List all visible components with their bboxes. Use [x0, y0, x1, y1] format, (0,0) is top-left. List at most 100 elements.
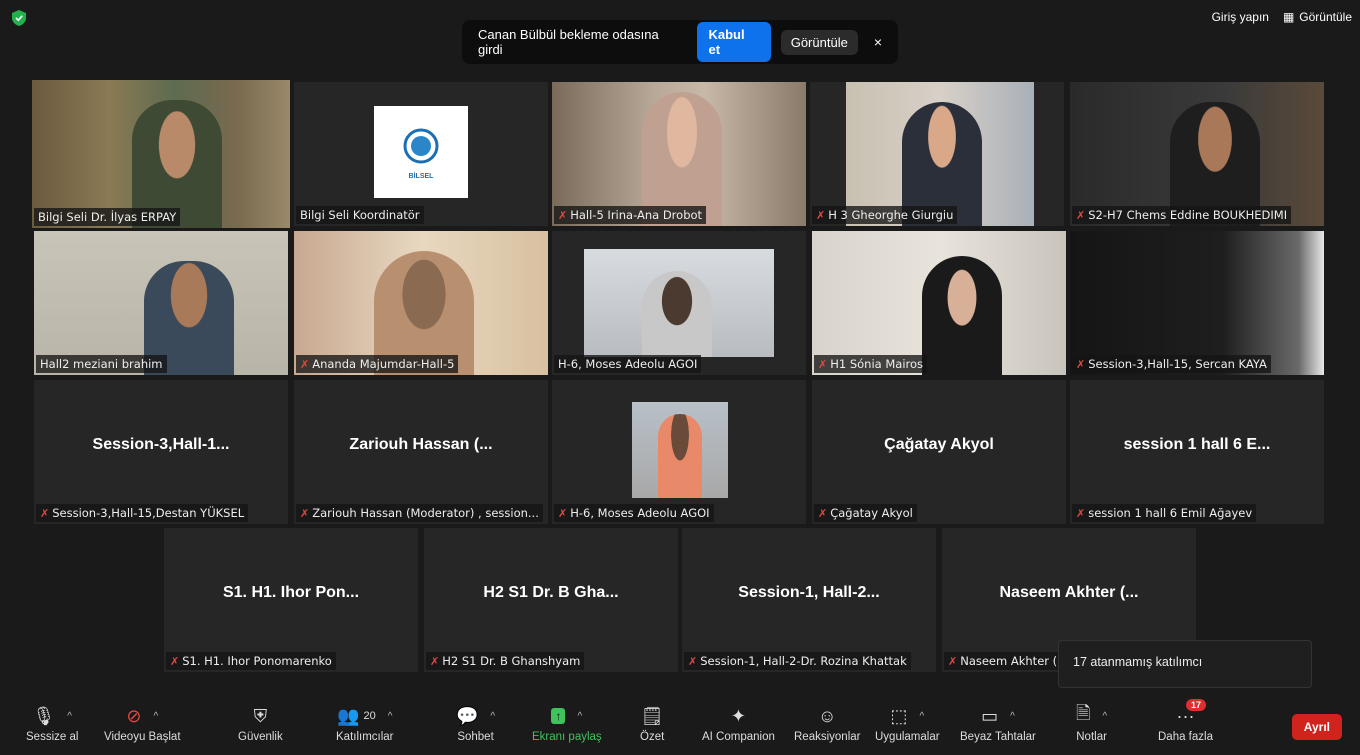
participant-name: ✗ Session-3,Hall-15,Destan YÜKSEL — [36, 504, 249, 522]
mute-button[interactable]: 🎙 ^ Sessize al — [26, 703, 79, 744]
chevron-up-icon[interactable]: ^ — [577, 711, 582, 722]
notes-label: Notlar — [1076, 731, 1107, 743]
view-waiting-room-button[interactable]: Görüntüle — [780, 29, 858, 55]
notification-message: Canan Bülbül bekleme odasına girdi — [478, 27, 659, 57]
participant-tile[interactable]: session 1 hall 6 E... ✗ session 1 hall 6 … — [1070, 380, 1324, 524]
view-label: Görüntüle — [1299, 10, 1352, 24]
participant-tile[interactable]: Çağatay Akyol ✗ Çağatay Akyol — [812, 380, 1066, 524]
participant-tile[interactable]: Hall2 meziani brahim — [34, 231, 288, 375]
share-screen-icon: ↑ — [551, 708, 566, 724]
participants-button[interactable]: 👥 20 ^ Katılımcılar — [336, 703, 394, 744]
close-notification-icon[interactable]: × — [874, 34, 882, 50]
whiteboards-button[interactable]: ▭ ^ Beyaz Tahtalar — [960, 703, 1036, 744]
mic-off-icon: ✗ — [688, 654, 698, 668]
security-button[interactable]: ⛨ Güvenlik — [238, 703, 283, 744]
participant-tile[interactable]: S1. H1. Ihor Pon... ✗ S1. H1. Ihor Ponoma… — [164, 528, 418, 672]
apps-icon: ⬚ — [890, 705, 908, 726]
mic-off-icon: ✗ — [430, 654, 440, 668]
participant-figure — [642, 271, 712, 357]
video-feed — [1070, 231, 1324, 375]
mic-off-icon: ✗ — [818, 357, 828, 371]
start-video-button[interactable]: ⊘ ^ Videoyu Başlat — [104, 703, 181, 744]
participant-display-name: Çağatay Akyol — [884, 436, 994, 453]
ai-label: AI Companion — [702, 731, 775, 743]
chevron-up-icon[interactable]: ^ — [919, 711, 924, 722]
participant-tile[interactable]: ✗ S2-H7 Chems Eddine BOUKHEDIMI — [1070, 82, 1324, 226]
participant-name: H-6, Moses Adeolu AGOI — [554, 355, 702, 373]
mic-off-icon: ✗ — [300, 357, 310, 371]
apps-label: Uygulamalar — [875, 731, 940, 743]
participant-tile[interactable]: Session-1, Hall-2... ✗ Session-1, Hall-2-… — [682, 528, 936, 672]
participant-name: ✗ Ananda Majumdar-Hall-5 — [296, 355, 459, 373]
share-screen-button[interactable]: ↑ ^ Ekranı paylaş — [532, 703, 602, 743]
notification-badge: 17 — [1186, 699, 1207, 711]
participant-tile[interactable]: ✗ Session-3,Hall-15, Sercan KAYA — [1070, 231, 1324, 375]
mic-off-icon: ✗ — [558, 208, 568, 222]
encryption-shield-icon[interactable] — [12, 10, 26, 26]
participant-tile[interactable]: ✗ H-6, Moses Adeolu AGOI — [552, 380, 806, 524]
chat-icon: 💬 — [456, 705, 479, 726]
meeting-toolbar: 🎙 ^ Sessize al ⊘ ^ Videoyu Başlat ⛨ Güvenl… — [0, 697, 1360, 755]
participant-name: Bilgi Seli Koordinatör — [296, 206, 424, 224]
apps-button[interactable]: ⬚ ^ Uygulamalar — [875, 703, 940, 744]
participant-tile[interactable]: ✗ Hall-5 Irina-Ana Drobot — [552, 82, 806, 226]
participants-icon: 👥 — [337, 705, 360, 726]
mic-off-icon: ✗ — [1076, 506, 1086, 520]
sign-in-link[interactable]: Giriş yapın — [1212, 10, 1269, 24]
more-label: Daha fazla — [1158, 731, 1213, 743]
participant-display-name: session 1 hall 6 E... — [1123, 436, 1271, 453]
unassigned-participants-tooltip: 17 atanmamış katılımcı — [1058, 640, 1312, 688]
chat-button[interactable]: 💬 ^ Sohbet — [456, 703, 495, 744]
participant-tile[interactable]: ✗ H1 Sónia Mairos — [812, 231, 1066, 375]
participants-label: Katılımcılar — [336, 731, 394, 743]
more-button[interactable]: ··· 17 Daha fazla — [1158, 699, 1213, 743]
admit-button[interactable]: Kabul et — [696, 22, 771, 62]
chevron-up-icon[interactable]: ^ — [1010, 711, 1015, 722]
microphone-icon: 🎙 — [32, 705, 56, 726]
participant-tile[interactable]: H-6, Moses Adeolu AGOI — [552, 231, 806, 375]
reactions-button[interactable]: ☺ Reaksiyonlar — [794, 703, 860, 744]
chevron-up-icon[interactable]: ^ — [490, 711, 495, 722]
chevron-up-icon[interactable]: ^ — [388, 711, 393, 722]
video-off-icon: ⊘ — [126, 705, 142, 726]
participant-name: ✗ S1. H1. Ihor Ponomarenko — [166, 652, 336, 670]
participant-tile[interactable]: Session-3,Hall-1... ✗ Session-3,Hall-15,D… — [34, 380, 288, 524]
mic-off-icon: ✗ — [300, 506, 310, 520]
notes-icon: 🗎 — [1076, 703, 1091, 723]
participant-name: ✗ H2 S1 Dr. B Ghanshyam — [426, 652, 585, 670]
participant-name: Hall2 meziani brahim — [36, 355, 167, 373]
chevron-up-icon[interactable]: ^ — [1102, 711, 1107, 722]
participant-tile[interactable]: ✗ Ananda Majumdar-Hall-5 — [294, 231, 548, 375]
chat-label: Sohbet — [457, 731, 494, 743]
mic-off-icon: ✗ — [1076, 357, 1086, 371]
participant-name: ✗ Çağatay Akyol — [814, 504, 917, 522]
video-label: Videoyu Başlat — [104, 731, 181, 743]
view-button[interactable]: ▦ Görüntüle — [1283, 10, 1352, 24]
chevron-up-icon[interactable]: ^ — [67, 711, 72, 722]
mic-off-icon: ✗ — [948, 654, 958, 668]
sparkle-icon: ✦ — [730, 705, 746, 726]
participant-name: Bilgi Seli Dr. İlyas ERPAY — [34, 208, 181, 226]
participant-name: ✗ Session-3,Hall-15, Sercan KAYA — [1072, 355, 1271, 373]
participant-tile[interactable]: BİLSEL Bilgi Seli Koordinatör — [294, 82, 548, 226]
ai-companion-button[interactable]: ✦ AI Companion — [702, 703, 775, 744]
mute-label: Sessize al — [26, 731, 79, 743]
participant-display-name: H2 S1 Dr. B Gha... — [483, 584, 619, 601]
summary-label: Özet — [640, 731, 665, 743]
participant-name: ✗ Hall-5 Irina-Ana Drobot — [554, 206, 707, 224]
participant-display-name: S1. H1. Ihor Pon... — [222, 584, 360, 601]
participant-tile[interactable]: H2 S1 Dr. B Gha... ✗ H2 S1 Dr. B Ghanshya… — [424, 528, 678, 672]
participant-tile[interactable]: ✗ H 3 Gheorghe Giurgiu — [810, 82, 1064, 226]
summary-icon: 🗒 — [640, 705, 664, 726]
participant-name: ✗ H-6, Moses Adeolu AGOI — [554, 504, 714, 522]
participant-name: ✗ H 3 Gheorghe Giurgiu — [812, 206, 958, 224]
participant-display-name: Session-1, Hall-2... — [738, 584, 880, 601]
notes-button[interactable]: 🗎 ^ Notlar — [1076, 703, 1107, 743]
participant-tile[interactable]: Bilgi Seli Dr. İlyas ERPAY — [32, 80, 290, 228]
mic-off-icon: ✗ — [818, 506, 828, 520]
participant-tile[interactable]: Zariouh Hassan (... ✗ Zariouh Hassan (Mod… — [294, 380, 548, 524]
participant-display-name: Session-3,Hall-1... — [92, 436, 230, 453]
summary-button[interactable]: 🗒 Özet — [640, 703, 665, 744]
leave-button[interactable]: Ayrıl — [1291, 714, 1342, 740]
chevron-up-icon[interactable]: ^ — [153, 711, 158, 722]
